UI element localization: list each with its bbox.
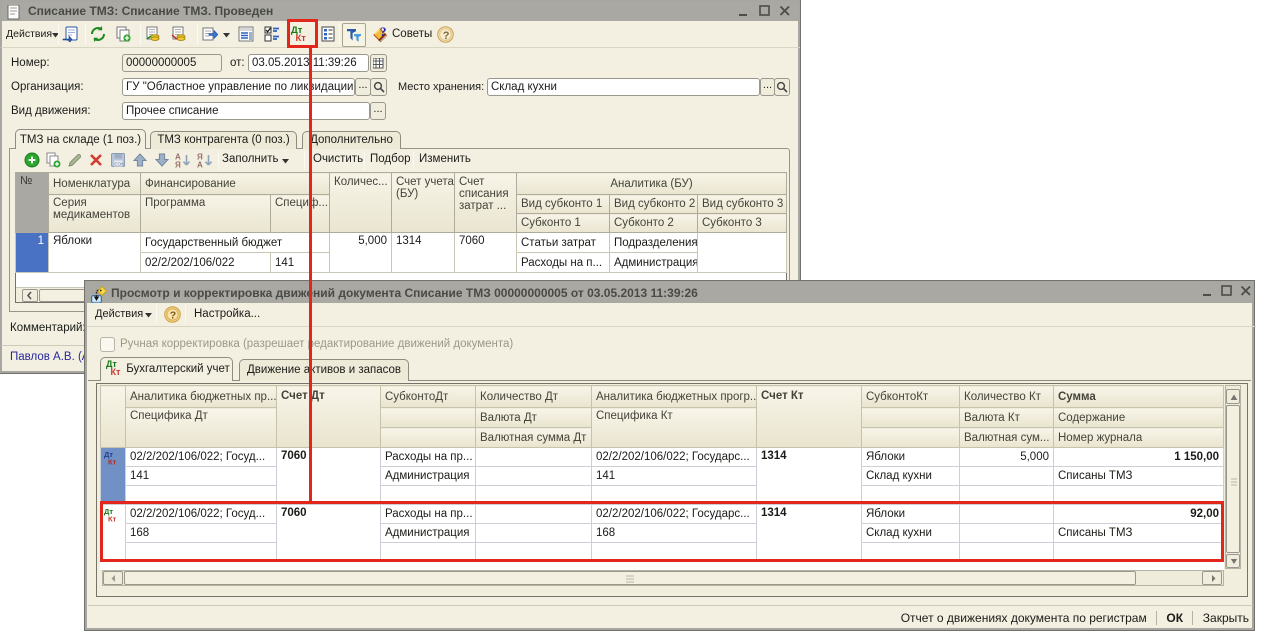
svg-text:Кт: Кт	[111, 367, 121, 376]
svg-text:?: ?	[443, 30, 450, 42]
svg-text:А: А	[197, 161, 203, 169]
svg-text:Кт: Кт	[108, 458, 117, 466]
svg-text:Я: Я	[175, 161, 181, 169]
svg-text:?: ?	[380, 24, 387, 39]
svg-text:?: ?	[170, 310, 176, 322]
svg-text:ЕОК: ЕОК	[114, 162, 124, 168]
